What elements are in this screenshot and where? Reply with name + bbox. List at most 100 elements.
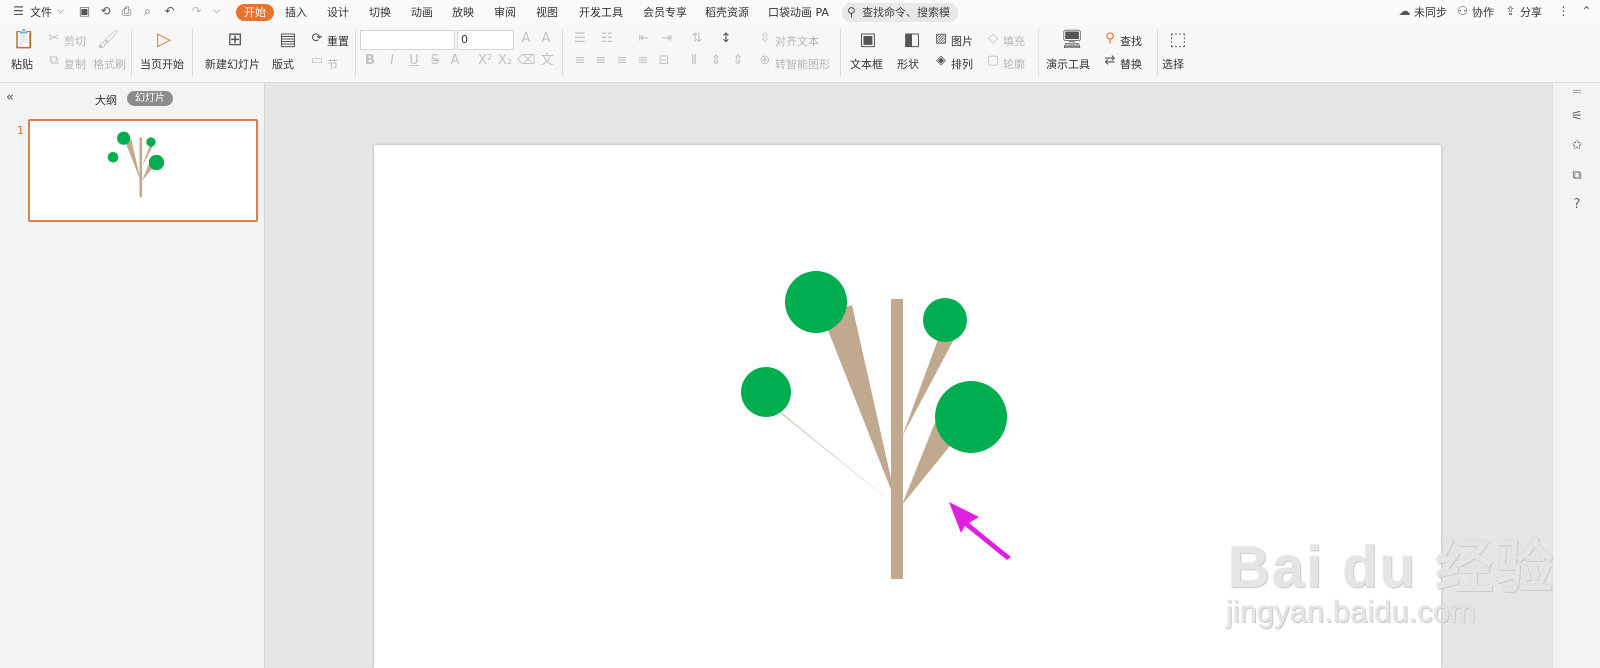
- layout-button[interactable]: 版式: [272, 56, 294, 72]
- leaf-circle-upper-left[interactable]: [785, 271, 847, 333]
- new-slide-button[interactable]: 新建幻灯片: [205, 56, 260, 72]
- collapse-ribbon-icon[interactable]: ⌃: [1580, 5, 1593, 18]
- tab-design[interactable]: 设计: [327, 4, 349, 20]
- font-size-select[interactable]: 0: [457, 30, 514, 50]
- clear-format-icon[interactable]: ⌫: [517, 53, 535, 69]
- smartart-button[interactable]: 转智能图形: [775, 56, 830, 72]
- leaf-circle-upper-right[interactable]: [923, 298, 967, 342]
- distribute-icon[interactable]: ⊟: [656, 53, 672, 69]
- text-direction-icon[interactable]: ⇅: [689, 31, 705, 47]
- replace-icon[interactable]: ⇄: [1102, 53, 1118, 69]
- properties-sliders-icon[interactable]: ⚟: [1569, 109, 1585, 125]
- play-from-current-button[interactable]: 当页开始: [140, 56, 184, 72]
- comments-icon[interactable]: ⧉: [1569, 168, 1585, 184]
- presentation-tools-icon[interactable]: 🖥: [1060, 28, 1084, 52]
- decrease-indent-icon[interactable]: ⇤: [636, 31, 652, 47]
- italic-icon[interactable]: I: [384, 53, 400, 69]
- new-slide-icon[interactable]: ⊞: [223, 28, 247, 52]
- justify-icon[interactable]: ≡: [635, 53, 651, 69]
- collaborate-icon[interactable]: ⚇: [1456, 5, 1469, 18]
- brush-icon[interactable]: 🖌: [96, 28, 120, 52]
- textbox-icon[interactable]: ▣: [856, 28, 880, 52]
- chevron-down-icon[interactable]: ⌵: [54, 5, 67, 18]
- play-circle-icon[interactable]: ▷: [152, 28, 176, 52]
- tab-review[interactable]: 审阅: [494, 4, 516, 20]
- phonetic-icon[interactable]: 文: [539, 53, 555, 69]
- font-color-icon[interactable]: A: [447, 53, 463, 69]
- outline-button[interactable]: 轮廓: [1003, 56, 1025, 72]
- superscript-icon[interactable]: X²: [477, 53, 493, 69]
- file-menu[interactable]: 文件: [30, 4, 52, 20]
- reset-icon[interactable]: ⟳: [309, 31, 325, 47]
- help-icon[interactable]: ?: [1569, 197, 1585, 213]
- cut-button[interactable]: 剪切: [64, 33, 86, 49]
- tab-animation[interactable]: 动画: [411, 4, 433, 20]
- command-search[interactable]: ⚲ 查找命令、搜索模板: [842, 3, 958, 38]
- tab-slideshow[interactable]: 放映: [452, 4, 474, 20]
- align-text-icon[interactable]: ⇳: [757, 31, 773, 47]
- sync-status[interactable]: 未同步: [1414, 4, 1447, 20]
- tab-docer-resources[interactable]: 稻壳资源: [705, 4, 749, 20]
- share-icon[interactable]: ⇪: [1504, 5, 1517, 18]
- smartart-icon[interactable]: ⊕: [757, 53, 773, 69]
- more-options-icon[interactable]: ⋮: [1557, 5, 1570, 18]
- animation-star-icon[interactable]: ✩: [1569, 138, 1585, 154]
- print-preview-icon[interactable]: ⌕: [141, 5, 154, 18]
- shapes-button[interactable]: 形状: [897, 56, 919, 72]
- paste-button[interactable]: 粘贴: [11, 56, 33, 72]
- tab-start[interactable]: 开始: [236, 4, 274, 21]
- tab-outline[interactable]: 大纲: [95, 92, 117, 108]
- align-text-button[interactable]: 对齐文本: [775, 33, 819, 49]
- cloud-sync-icon[interactable]: ☁: [1398, 5, 1411, 18]
- export-icon[interactable]: ⟲: [99, 5, 112, 18]
- tab-slides[interactable]: 幻灯片: [127, 91, 173, 106]
- arrange-icon[interactable]: ◈: [933, 53, 949, 69]
- section-icon[interactable]: ▭: [309, 53, 325, 69]
- presentation-tools-button[interactable]: 演示工具: [1046, 56, 1090, 72]
- tab-insert[interactable]: 插入: [285, 4, 307, 20]
- font-family-select[interactable]: [360, 30, 455, 50]
- drag-handle-icon[interactable]: ═: [1569, 85, 1585, 101]
- copy-button[interactable]: 复制: [64, 56, 86, 72]
- find-button[interactable]: 查找: [1120, 33, 1142, 49]
- subscript-icon[interactable]: X₂: [497, 53, 513, 69]
- align-right-icon[interactable]: ≡: [614, 53, 630, 69]
- paste-icon[interactable]: 📋: [12, 28, 36, 52]
- collaborate-button[interactable]: 协作: [1472, 4, 1494, 20]
- fill-icon[interactable]: ◇: [985, 31, 1001, 47]
- redo-icon[interactable]: ↷: [190, 5, 203, 18]
- section-button[interactable]: 节: [327, 56, 338, 72]
- tab-pocket-animation[interactable]: 口袋动画 PA: [768, 4, 829, 20]
- tab-transitions[interactable]: 切换: [369, 4, 391, 20]
- picture-icon[interactable]: ▨: [933, 31, 949, 47]
- tab-developer[interactable]: 开发工具: [579, 4, 623, 20]
- line-spacing-icon[interactable]: ↕: [718, 31, 734, 47]
- select-button[interactable]: 选择: [1162, 56, 1184, 72]
- tree-trunk[interactable]: [891, 299, 903, 579]
- tab-view[interactable]: 视图: [536, 4, 558, 20]
- font-grow-icon[interactable]: A: [518, 31, 534, 47]
- arrange-button[interactable]: 排列: [951, 56, 973, 72]
- print-icon[interactable]: ⎙: [120, 5, 133, 18]
- textbox-button[interactable]: 文本框: [850, 56, 883, 72]
- increase-indent-icon[interactable]: ⇥: [659, 31, 675, 47]
- double-chevron-left-icon[interactable]: «: [6, 90, 14, 105]
- slide-thumbnail[interactable]: [28, 119, 258, 222]
- undo-icon[interactable]: ↶: [163, 5, 176, 18]
- replace-button[interactable]: 替换: [1120, 56, 1142, 72]
- line-spacing-options-icon[interactable]: ⇕: [730, 53, 746, 69]
- picture-button[interactable]: 图片: [951, 33, 973, 49]
- bullets-icon[interactable]: ☰: [572, 31, 588, 47]
- leaf-circle-lower-right[interactable]: [935, 381, 1007, 453]
- align-center-icon[interactable]: ≡: [593, 53, 609, 69]
- select-pointer-icon[interactable]: ⬚: [1166, 28, 1190, 52]
- save-icon[interactable]: ▣: [78, 5, 91, 18]
- fill-button[interactable]: 填充: [1003, 33, 1025, 49]
- strikethrough-icon[interactable]: S: [427, 53, 443, 69]
- underline-icon[interactable]: U: [406, 53, 422, 69]
- share-button[interactable]: 分享: [1520, 4, 1542, 20]
- columns-icon[interactable]: ⫴: [686, 53, 702, 69]
- shapes-icon[interactable]: ◧: [900, 28, 924, 52]
- tab-member[interactable]: 会员专享: [643, 4, 687, 20]
- font-shrink-icon[interactable]: A: [538, 31, 554, 47]
